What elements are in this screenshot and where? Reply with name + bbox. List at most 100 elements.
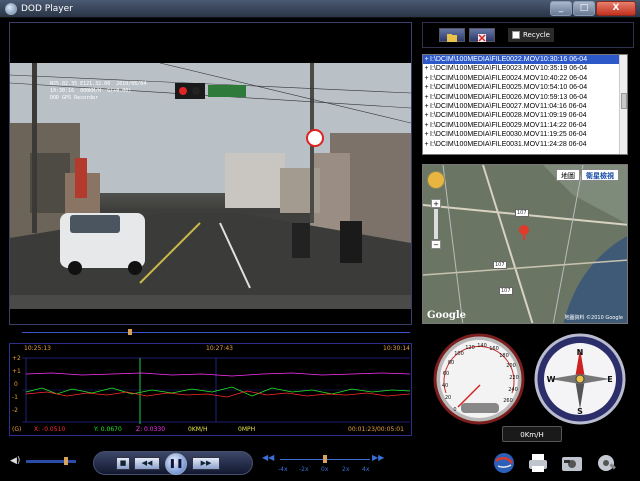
- expand-icon[interactable]: +: [423, 83, 430, 92]
- playback-speed-slider[interactable]: ◀◀ ▶▶ -4x -2x 0x 2x 4x: [262, 453, 387, 477]
- playlist-toolbar: Recycle: [422, 22, 634, 48]
- file-name: I:\DCIM\100MEDIA\FILE0023.MOV: [430, 65, 540, 73]
- delete-file-button[interactable]: [469, 28, 495, 42]
- satellite-view-button[interactable]: 衛星檢視: [581, 169, 619, 181]
- file-row[interactable]: + I:\DCIM\100MEDIA\FILE0027.MOV 11:04:16 0…: [423, 102, 627, 111]
- volume-slider[interactable]: [26, 457, 76, 465]
- expand-icon[interactable]: +: [423, 74, 430, 83]
- expand-icon[interactable]: +: [423, 111, 430, 120]
- settings-icon[interactable]: [594, 451, 618, 475]
- satellite-map: [423, 165, 627, 323]
- gsensor-z-line: [25, 372, 410, 377]
- gsensor-graph: 10:25:13 10:27:43 10:30:14 +2 +1 0 -1 -2…: [9, 343, 412, 436]
- open-folder-button[interactable]: [439, 28, 465, 42]
- compass-south: S: [577, 407, 583, 416]
- speed-tick-label: 0x: [321, 466, 329, 473]
- zoom-slider[interactable]: [434, 209, 438, 239]
- speed-knob[interactable]: [323, 455, 327, 463]
- gsensor-unit: (G): [12, 426, 22, 433]
- gsensor-ylabel: +1: [12, 368, 21, 375]
- play-pause-button[interactable]: ❚❚: [165, 453, 187, 475]
- volume-knob[interactable]: [64, 457, 68, 465]
- expand-icon[interactable]: +: [423, 93, 430, 102]
- file-list-scrollbar[interactable]: [619, 55, 627, 154]
- delete-icon: [478, 34, 486, 42]
- snapshot-icon[interactable]: [560, 451, 584, 475]
- speed-tick-label: 2x: [342, 466, 350, 473]
- google-earth-icon[interactable]: [492, 451, 516, 475]
- expand-icon[interactable]: +: [423, 55, 430, 64]
- volume-icon[interactable]: ◀): [10, 456, 20, 466]
- recycle-checkbox[interactable]: Recycle: [508, 28, 554, 42]
- recycle-label: Recycle: [523, 31, 550, 39]
- compass-gauge: N E S W: [534, 333, 626, 425]
- file-row[interactable]: + I:\DCIM\100MEDIA\FILE0029.MOV 11:14:22 0…: [423, 121, 627, 130]
- compass-north: N: [577, 348, 584, 357]
- timeline-knob[interactable]: [128, 329, 132, 335]
- osd-line: 10:30:16 000KM/H G(+0.00): [50, 88, 132, 94]
- file-time: 11:09:19 06-04: [540, 112, 587, 120]
- slow-down-icon[interactable]: ◀◀: [262, 453, 274, 462]
- expand-icon[interactable]: +: [423, 64, 430, 73]
- gsensor-elapsed: 00:01:23/00:05:01: [348, 426, 404, 433]
- player-controls-bar: ◀) ■ ◀◀ ❚❚ ▶▶ ◀◀ ▶▶ -4x -2x 0x 2x 4x: [0, 447, 640, 481]
- minimize-button[interactable]: _: [550, 1, 572, 16]
- road-label: 107: [493, 261, 507, 269]
- stop-button[interactable]: ■: [116, 457, 130, 470]
- map-panel[interactable]: + − 地圖 衛星檢視 107 107 107 Google 地圖資料 ©201…: [422, 164, 628, 324]
- file-row[interactable]: + I:\DCIM\100MEDIA\FILE0022.MOV 10:30:16 0…: [423, 55, 627, 65]
- file-name: I:\DCIM\100MEDIA\FILE0029.MOV: [430, 121, 540, 129]
- file-row[interactable]: + I:\DCIM\100MEDIA\FILE0023.MOV 10:35:19 0…: [423, 64, 627, 73]
- file-time: 10:40:22 06-04: [540, 74, 588, 82]
- checkbox-icon[interactable]: [512, 31, 520, 39]
- map-view-button[interactable]: 地圖: [556, 169, 580, 181]
- file-row[interactable]: + I:\DCIM\100MEDIA\FILE0031.MOV 11:24:28 0…: [423, 140, 627, 149]
- speed-tick: 40: [442, 383, 448, 389]
- video-panel: N25.02.35 E121.32.00 2010/06/04 10:30:16 …: [9, 22, 412, 325]
- compass-east: E: [607, 375, 612, 384]
- gsensor-time-start: 10:25:13: [24, 345, 51, 352]
- file-row[interactable]: + I:\DCIM\100MEDIA\FILE0030.MOV 11:19:25 0…: [423, 130, 627, 139]
- maximize-button[interactable]: □: [573, 1, 595, 16]
- file-row[interactable]: + I:\DCIM\100MEDIA\FILE0028.MOV 11:09:19 0…: [423, 111, 627, 120]
- speed-readout: 0Km/H: [502, 426, 562, 442]
- gsensor-ylabel: 0: [14, 381, 18, 388]
- gsensor-ylabel: +2: [12, 355, 21, 362]
- expand-icon[interactable]: +: [423, 102, 430, 111]
- video-osd: N25.02.35 E121.32.00 2010/06/04 10:30:16 …: [50, 81, 146, 102]
- speed-tick-label: -2x: [299, 466, 309, 473]
- file-list[interactable]: + I:\DCIM\100MEDIA\FILE0022.MOV 10:30:16 0…: [422, 54, 628, 155]
- speed-tick-label: 4x: [362, 466, 370, 473]
- video-display[interactable]: N25.02.35 E121.32.00 2010/06/04 10:30:16 …: [10, 63, 411, 309]
- folder-icon: [447, 34, 457, 42]
- map-pan-control[interactable]: [427, 171, 445, 189]
- osd-line: N25.02.35 E121.32.00 2010/06/04: [50, 81, 147, 87]
- timeline-slider[interactable]: [22, 329, 410, 336]
- speed-tick: 80: [448, 360, 454, 366]
- window-title: DOD Player: [21, 3, 73, 14]
- osd-line: DOD GPS Recorder: [50, 95, 99, 101]
- print-icon[interactable]: [526, 451, 550, 475]
- scrollbar-thumb[interactable]: [621, 93, 627, 109]
- expand-icon[interactable]: +: [423, 121, 430, 130]
- file-name: I:\DCIM\100MEDIA\FILE0022.MOV: [430, 56, 540, 63]
- gsensor-time-mid: 10:27:43: [206, 345, 233, 352]
- zoom-in-button[interactable]: +: [431, 199, 441, 208]
- speed-up-icon[interactable]: ▶▶: [372, 453, 384, 462]
- speed-tick: 200: [506, 363, 516, 369]
- title-bar: DOD Player _ □ X: [0, 0, 640, 18]
- expand-icon[interactable]: +: [423, 140, 430, 149]
- close-button[interactable]: X: [596, 1, 636, 16]
- expand-icon[interactable]: +: [423, 130, 430, 139]
- file-row[interactable]: + I:\DCIM\100MEDIA\FILE0024.MOV 10:40:22 0…: [423, 74, 627, 83]
- rewind-button[interactable]: ◀◀: [134, 457, 160, 470]
- fast-forward-button[interactable]: ▶▶: [192, 457, 220, 470]
- file-row[interactable]: + I:\DCIM\100MEDIA\FILE0025.MOV 10:54:10 0…: [423, 83, 627, 92]
- zoom-out-button[interactable]: −: [431, 240, 441, 249]
- window-controls: _ □ X: [550, 1, 636, 16]
- file-name: I:\DCIM\100MEDIA\FILE0028.MOV: [430, 112, 540, 120]
- speed-tick: 220: [509, 375, 519, 381]
- gsensor-mph: 0MPH: [238, 426, 256, 433]
- speedometer-gauge: 0 20 40 60 80 100 120 140 160 180 200 22…: [433, 333, 525, 425]
- file-row[interactable]: + I:\DCIM\100MEDIA\FILE0026.MOV 10:59:13 0…: [423, 93, 627, 102]
